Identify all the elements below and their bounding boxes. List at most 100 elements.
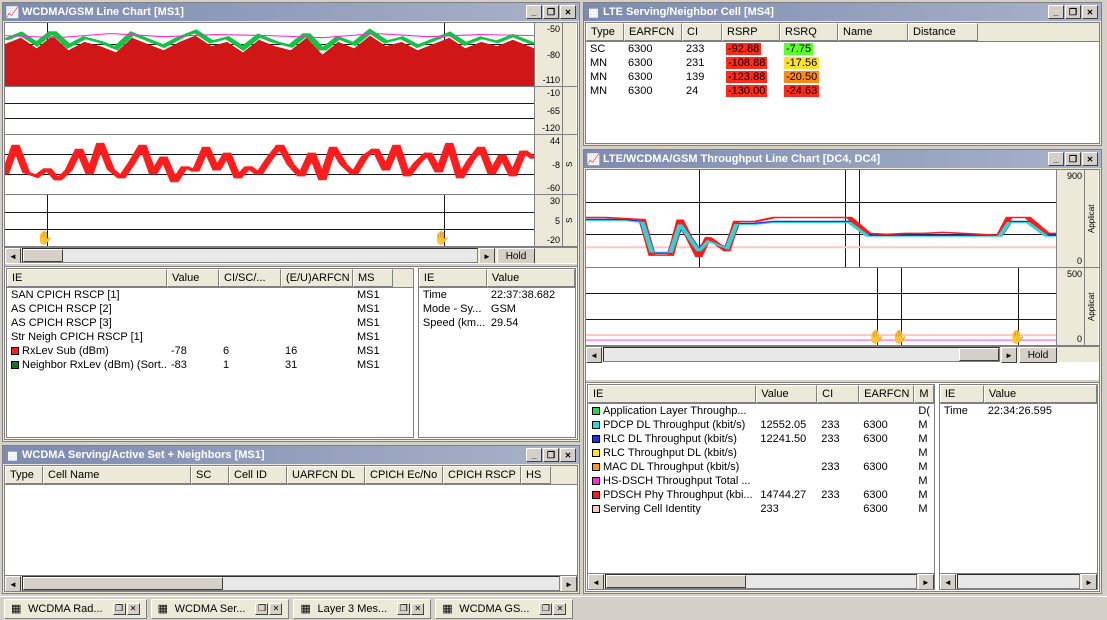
taskbar-tab[interactable]: ▦WCDMA Rad... bbox=[4, 599, 147, 619]
scrollbar-track[interactable] bbox=[603, 347, 1000, 362]
scroll-right-button[interactable]: ► bbox=[479, 248, 495, 264]
table-row[interactable]: RxLev Sub (dBm)-78616MS1 bbox=[7, 344, 413, 358]
taskbar-tab[interactable]: ▦WCDMA GS... bbox=[435, 599, 573, 619]
restore-button[interactable] bbox=[255, 603, 268, 615]
close-button[interactable] bbox=[269, 603, 282, 615]
maximize-button[interactable] bbox=[1065, 5, 1081, 19]
chart-pane-1[interactable] bbox=[5, 23, 535, 86]
column-header[interactable]: Value bbox=[487, 269, 575, 287]
table-row[interactable]: Str Neigh CPICH RSCP [1]MS1 bbox=[7, 330, 413, 344]
scroll-left-button[interactable]: ◄ bbox=[586, 347, 602, 363]
scrollbar-track[interactable] bbox=[957, 574, 1080, 589]
column-header[interactable]: IE bbox=[7, 269, 167, 287]
column-header[interactable]: Value bbox=[756, 385, 817, 403]
column-header[interactable]: MS bbox=[353, 269, 393, 287]
close-button[interactable] bbox=[411, 603, 424, 615]
chart-pane-1[interactable] bbox=[586, 170, 1057, 267]
table-row[interactable]: AS CPICH RSCP [3]MS1 bbox=[7, 316, 413, 330]
hand-cursor-icon[interactable]: ✋ bbox=[868, 329, 884, 345]
scroll-right-button[interactable]: ► bbox=[1081, 574, 1097, 590]
minimize-button[interactable]: _ bbox=[526, 5, 542, 19]
table-row[interactable]: MN6300139-123.88-20.50 bbox=[586, 70, 1099, 84]
minimize-button[interactable]: _ bbox=[1048, 5, 1064, 19]
chart-pane-2[interactable]: ✋ ✋ ✋ bbox=[586, 268, 1057, 345]
column-header[interactable]: UARFCN DL bbox=[287, 466, 365, 484]
table-row[interactable]: RLC Throughput DL (kbit/s)M bbox=[588, 446, 934, 460]
titlebar[interactable]: ▦ LTE Serving/Neighbor Cell [MS4] _ bbox=[584, 3, 1101, 21]
scroll-left-button[interactable]: ◄ bbox=[5, 248, 21, 264]
taskbar-tab[interactable]: ▦Layer 3 Mes... bbox=[293, 599, 431, 619]
minimize-button[interactable]: _ bbox=[1048, 152, 1064, 166]
scrollbar-track[interactable] bbox=[605, 574, 917, 589]
scrollbar-thumb[interactable] bbox=[606, 575, 746, 588]
scroll-right-button[interactable]: ► bbox=[561, 576, 577, 592]
column-header[interactable]: Cell ID bbox=[229, 466, 287, 484]
table-row[interactable]: MN630024-130.00-24.63 bbox=[586, 84, 1099, 98]
hold-button[interactable]: Hold bbox=[497, 248, 535, 264]
column-header[interactable]: RSRQ bbox=[780, 23, 838, 41]
maximize-button[interactable] bbox=[543, 5, 559, 19]
column-header[interactable]: Name bbox=[838, 23, 908, 41]
hand-cursor-icon[interactable]: ✋ bbox=[1009, 329, 1025, 345]
chart-pane-3[interactable] bbox=[5, 135, 535, 194]
scrollbar-thumb[interactable] bbox=[23, 577, 223, 590]
titlebar[interactable]: ▦ WCDMA Serving/Active Set + Neighbors [… bbox=[3, 446, 579, 464]
column-header[interactable]: Type bbox=[5, 466, 43, 484]
column-header[interactable]: M bbox=[914, 385, 933, 403]
maximize-button[interactable] bbox=[1065, 152, 1081, 166]
hold-button[interactable]: Hold bbox=[1019, 347, 1057, 363]
close-button[interactable] bbox=[127, 603, 140, 615]
table-row[interactable]: Time22:37:38.682 bbox=[419, 288, 575, 302]
column-header[interactable]: SC bbox=[191, 466, 229, 484]
close-button[interactable] bbox=[560, 5, 576, 19]
column-header[interactable]: HS bbox=[521, 466, 551, 484]
restore-button[interactable] bbox=[113, 603, 126, 615]
table-row[interactable]: Time22:34:26.595 bbox=[940, 404, 1097, 418]
chart-pane-4[interactable]: ✋ ✋ bbox=[5, 195, 535, 246]
column-header[interactable]: IE bbox=[940, 385, 984, 403]
table-row[interactable]: SC6300233-92.88-7.75 bbox=[586, 42, 1099, 56]
column-header[interactable]: Type bbox=[586, 23, 624, 41]
column-header[interactable]: CI bbox=[817, 385, 859, 403]
maximize-button[interactable] bbox=[543, 448, 559, 462]
column-header[interactable]: IE bbox=[419, 269, 487, 287]
scroll-left-button[interactable]: ◄ bbox=[940, 574, 956, 590]
column-header[interactable]: Value bbox=[984, 385, 1097, 403]
table-row[interactable]: PDSCH Phy Throughput (kbi...14744.272336… bbox=[588, 488, 934, 502]
titlebar[interactable]: 📈 LTE/WCDMA/GSM Throughput Line Chart [D… bbox=[584, 150, 1101, 168]
column-header[interactable]: EARFCN bbox=[859, 385, 914, 403]
close-button[interactable] bbox=[553, 603, 566, 615]
column-header[interactable]: CI bbox=[682, 23, 722, 41]
taskbar-tab[interactable]: ▦WCDMA Ser... bbox=[151, 599, 290, 619]
scrollbar-track[interactable] bbox=[22, 248, 478, 263]
scrollbar-track[interactable] bbox=[22, 576, 560, 591]
titlebar[interactable]: 📈 WCDMA/GSM Line Chart [MS1] _ bbox=[3, 3, 579, 21]
table-row[interactable]: MN6300231-108.88-17.56 bbox=[586, 56, 1099, 70]
table-row[interactable]: MAC DL Throughput (kbit/s)2336300M bbox=[588, 460, 934, 474]
table-row[interactable]: Speed (km...29.54 bbox=[419, 316, 575, 330]
hand-cursor-icon[interactable]: ✋ bbox=[37, 230, 53, 246]
column-header[interactable]: IE bbox=[588, 385, 756, 403]
table-row[interactable]: Serving Cell Identity2336300M bbox=[588, 502, 934, 516]
column-header[interactable]: Distance bbox=[908, 23, 978, 41]
close-button[interactable] bbox=[560, 448, 576, 462]
hand-cursor-icon[interactable]: ✋ bbox=[892, 329, 908, 345]
table-row[interactable]: Application Layer Throughp...D( bbox=[588, 404, 934, 418]
minimize-button[interactable]: _ bbox=[526, 448, 542, 462]
scroll-left-button[interactable]: ◄ bbox=[5, 576, 21, 592]
column-header[interactable]: (E/U)ARFCN bbox=[281, 269, 353, 287]
hand-cursor-icon[interactable]: ✋ bbox=[433, 230, 449, 246]
scrollbar-thumb[interactable] bbox=[23, 249, 63, 262]
column-header[interactable]: Value bbox=[167, 269, 219, 287]
table-row[interactable]: Mode - Sy...GSM bbox=[419, 302, 575, 316]
table-row[interactable]: RLC DL Throughput (kbit/s)12241.50233630… bbox=[588, 432, 934, 446]
scrollbar-thumb[interactable] bbox=[959, 348, 999, 361]
column-header[interactable]: CPICH Ec/No bbox=[365, 466, 443, 484]
close-button[interactable] bbox=[1082, 152, 1098, 166]
column-header[interactable]: EARFCN bbox=[624, 23, 682, 41]
column-header[interactable]: CI/SC/... bbox=[219, 269, 281, 287]
table-row[interactable]: AS CPICH RSCP [2]MS1 bbox=[7, 302, 413, 316]
table-row[interactable]: PDCP DL Throughput (kbit/s)12552.0523363… bbox=[588, 418, 934, 432]
table-row[interactable]: Neighbor RxLev (dBm) (Sort...-83131MS1 bbox=[7, 358, 413, 372]
column-header[interactable]: Cell Name bbox=[43, 466, 191, 484]
